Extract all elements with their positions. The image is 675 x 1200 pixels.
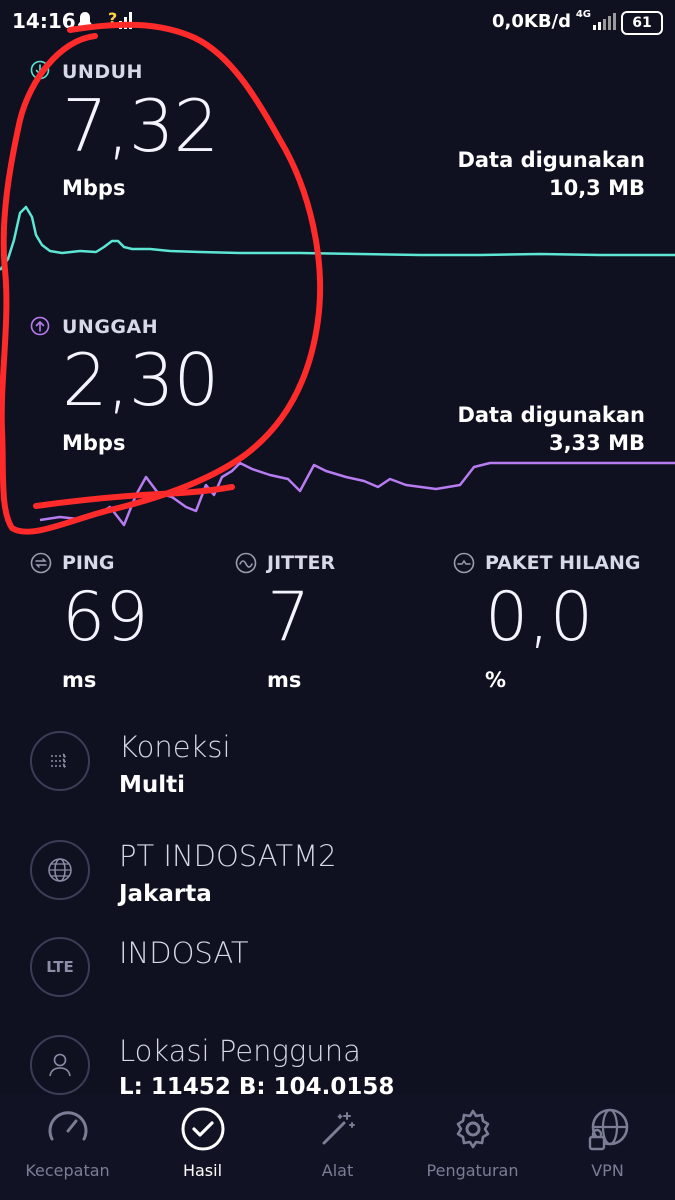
nav-settings[interactable]: Pengaturan — [405, 1105, 540, 1180]
upload-speed-graph — [39, 461, 675, 527]
download-value: 7,32 — [62, 84, 219, 168]
battery-indicator: 61 — [621, 11, 663, 35]
jitter-label: JITTER — [267, 552, 336, 574]
upload-used-value: 3,33 MB — [548, 431, 645, 455]
nav-vpn[interactable]: VPN — [540, 1105, 675, 1180]
network-type-text: 4G — [575, 9, 591, 20]
signal-unknown-icon: ? — [108, 9, 132, 35]
upload-unit: Mbps — [62, 431, 126, 455]
nav-settings-label: Pengaturan — [426, 1161, 519, 1180]
vpn-globe-lock-icon — [588, 1108, 628, 1151]
jitter-unit: ms — [267, 668, 302, 692]
provider-location: Jakarta — [119, 881, 212, 907]
nav-vpn-label: VPN — [591, 1161, 624, 1180]
location-clip: L: 11452 B: 104.0158 — [119, 1074, 639, 1095]
svg-text:?: ? — [108, 9, 117, 28]
speedometer-icon — [48, 1111, 87, 1141]
lte-icon-text: LTE — [46, 958, 74, 976]
packet-loss-value: 0,0 — [485, 578, 594, 657]
nav-results[interactable]: Hasil — [135, 1105, 270, 1180]
location-title: Lokasi Pengguna — [119, 1034, 361, 1068]
jitter-value: 7 — [267, 578, 311, 657]
status-time: 14:16 — [12, 9, 76, 33]
network-title: INDOSAT — [119, 936, 249, 970]
bottom-navigation: Kecepatan Hasil Alat Pengaturan VPN — [0, 1095, 675, 1200]
download-speed-graph — [0, 205, 675, 271]
download-used-title: Data digunakan — [457, 148, 645, 172]
nav-results-label: Hasil — [182, 1161, 223, 1180]
packet-loss-unit: % — [485, 668, 507, 692]
gear-icon — [456, 1109, 489, 1149]
upload-label: UNGGAH — [62, 316, 159, 338]
nav-tools[interactable]: Alat — [270, 1105, 405, 1180]
connections-icon — [30, 731, 90, 791]
cell-signal-icon — [593, 12, 617, 34]
download-icon — [30, 60, 50, 84]
ping-value: 69 — [62, 578, 149, 657]
packet-loss-label: PAKET HILANG — [485, 552, 641, 574]
check-circle-icon — [181, 1107, 224, 1151]
ping-label: PING — [62, 552, 115, 574]
upload-used-title: Data digunakan — [457, 403, 645, 427]
download-label: UNDUH — [62, 61, 143, 83]
nav-speed[interactable]: Kecepatan — [0, 1105, 135, 1180]
packet-loss-icon — [453, 552, 475, 578]
nav-tools-label: Alat — [321, 1161, 354, 1180]
nav-speed-label: Kecepatan — [25, 1161, 110, 1180]
connection-value: Multi — [119, 772, 186, 798]
upload-icon — [30, 316, 50, 340]
lte-icon: LTE — [30, 937, 90, 997]
upload-value: 2,30 — [62, 338, 219, 422]
magic-wand-icon — [322, 1112, 355, 1145]
user-location-icon — [30, 1035, 90, 1095]
globe-icon — [30, 840, 90, 900]
jitter-icon — [235, 552, 257, 578]
ping-unit: ms — [62, 668, 97, 692]
provider-title: PT INDOSATM2 — [119, 839, 337, 873]
location-coordinates: L: 11452 B: 104.0158 — [119, 1074, 395, 1095]
ping-icon — [30, 552, 52, 578]
data-rate-text: 0,0KB/d — [491, 11, 571, 32]
connection-title: Koneksi — [119, 730, 231, 764]
notification-bell-icon — [76, 11, 94, 35]
